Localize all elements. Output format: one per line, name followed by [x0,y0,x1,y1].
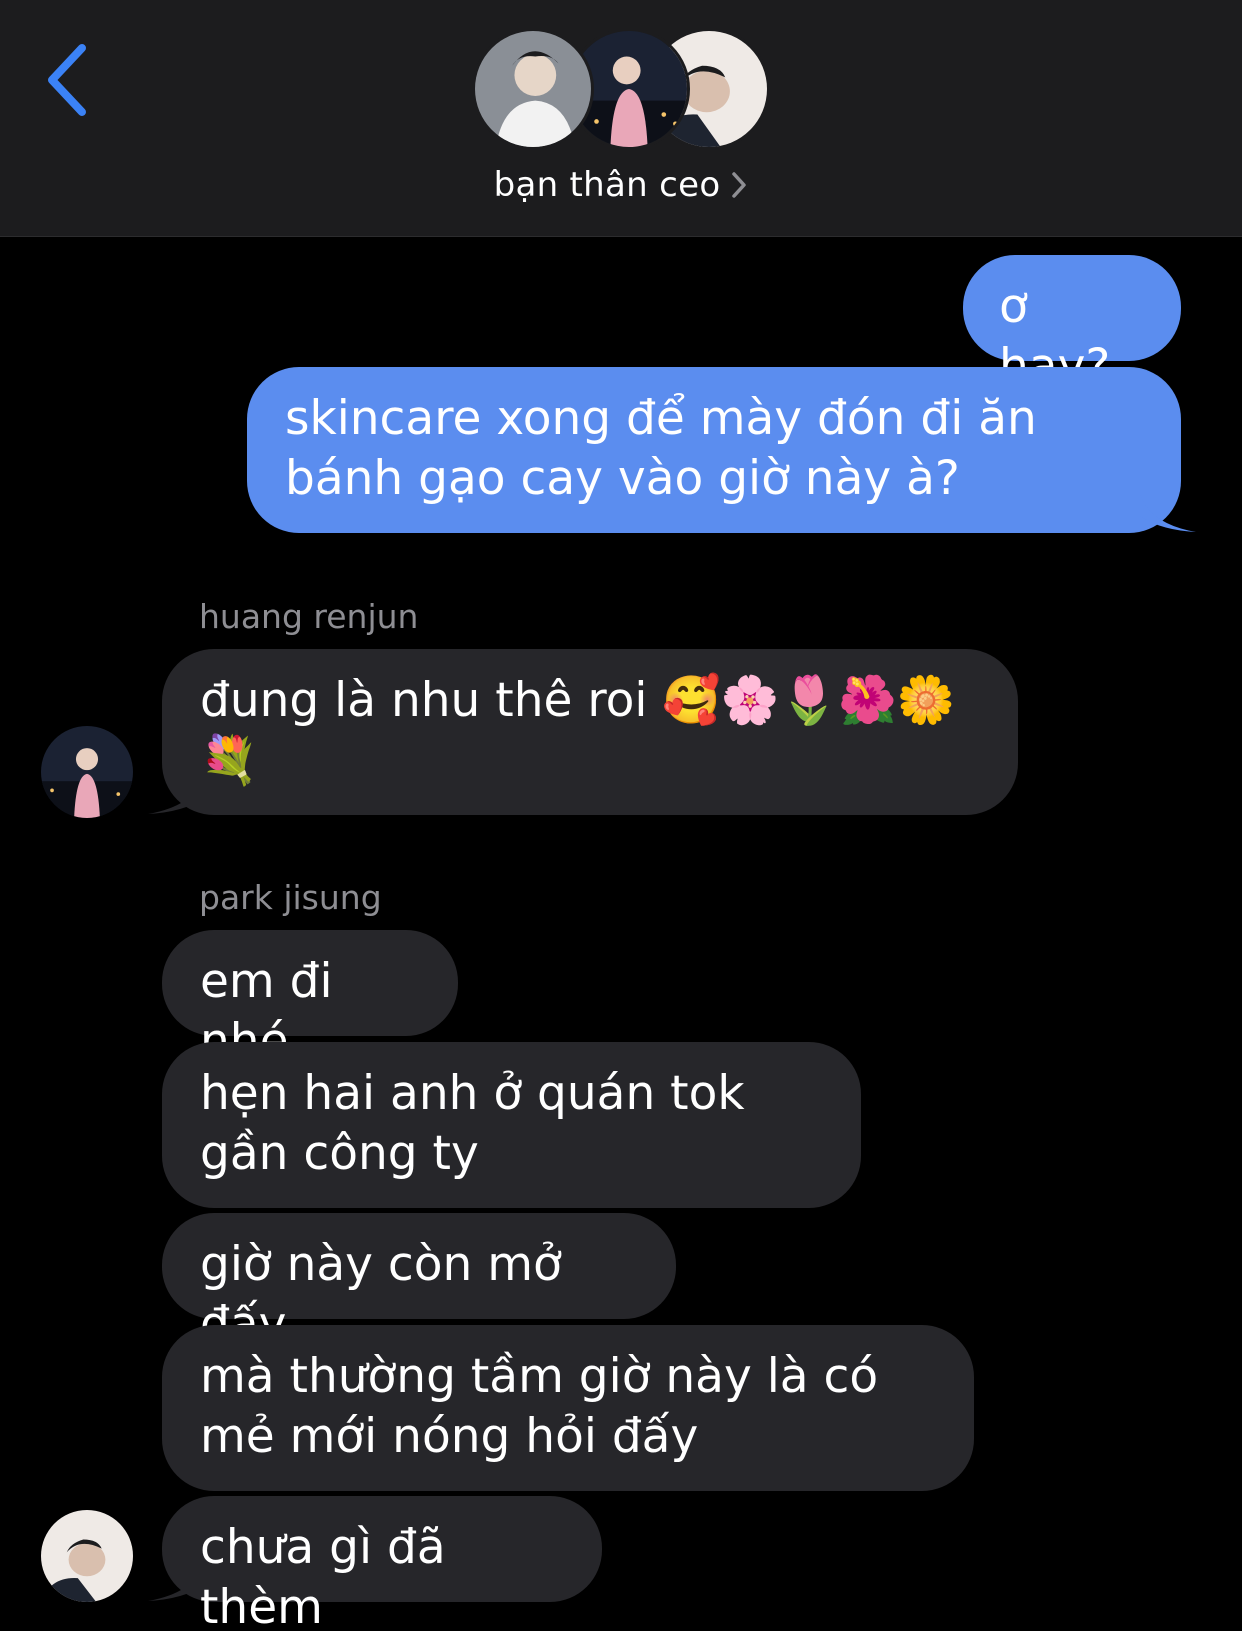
avatar-huang-renjun[interactable] [41,726,133,818]
message-text: hẹn hai anh ở quán tok gần công ty [200,1066,745,1181]
message-bubble-incoming[interactable]: hẹn hai anh ở quán tok gần công ty [162,1042,861,1208]
message-text: skincare xong để mày đón đi ăn bánh gạo … [285,391,1037,506]
message-text: mà thường tầm giờ này là có mẻ mới nóng … [200,1349,879,1464]
avatar-park-jisung[interactable] [41,1510,133,1602]
message-text: đung là nhu thê roi 🥰🌸🌷🌺🌼💐 [200,673,956,788]
message-bubble-incoming[interactable]: em đi nhé [162,930,458,1069]
bubble-tail [1140,494,1196,532]
bubble-tail [148,1563,204,1601]
sender-name: park jisung [199,878,382,917]
message-bubble-incoming[interactable]: mà thường tầm giờ này là có mẻ mới nóng … [162,1325,974,1491]
chevron-left-icon [48,44,86,116]
message-bubble-incoming[interactable]: đung là nhu thê roi 🥰🌸🌷🌺🌼💐 [162,649,1018,815]
message-bubble-incoming[interactable]: chưa gì đã thèm [162,1496,602,1631]
conversation-header: bạn thân ceo [0,0,1242,237]
group-name: bạn thân ceo [493,165,721,205]
back-button[interactable] [40,40,100,120]
message-bubble-incoming[interactable]: giờ này còn mở đấy [162,1213,676,1352]
chevron-right-icon [732,172,747,198]
message-bubble-outgoing[interactable]: skincare xong để mày đón đi ăn bánh gạo … [247,367,1181,533]
group-avatars[interactable] [472,28,772,152]
bubble-tail [148,776,204,814]
message-text: chưa gì đã thèm [200,1520,446,1631]
group-avatar-1 [472,28,594,150]
sender-name: huang renjun [199,597,419,636]
message-bubble-outgoing[interactable]: ơ hay? [963,255,1181,394]
group-name-row[interactable]: bạn thân ceo [0,160,1242,210]
